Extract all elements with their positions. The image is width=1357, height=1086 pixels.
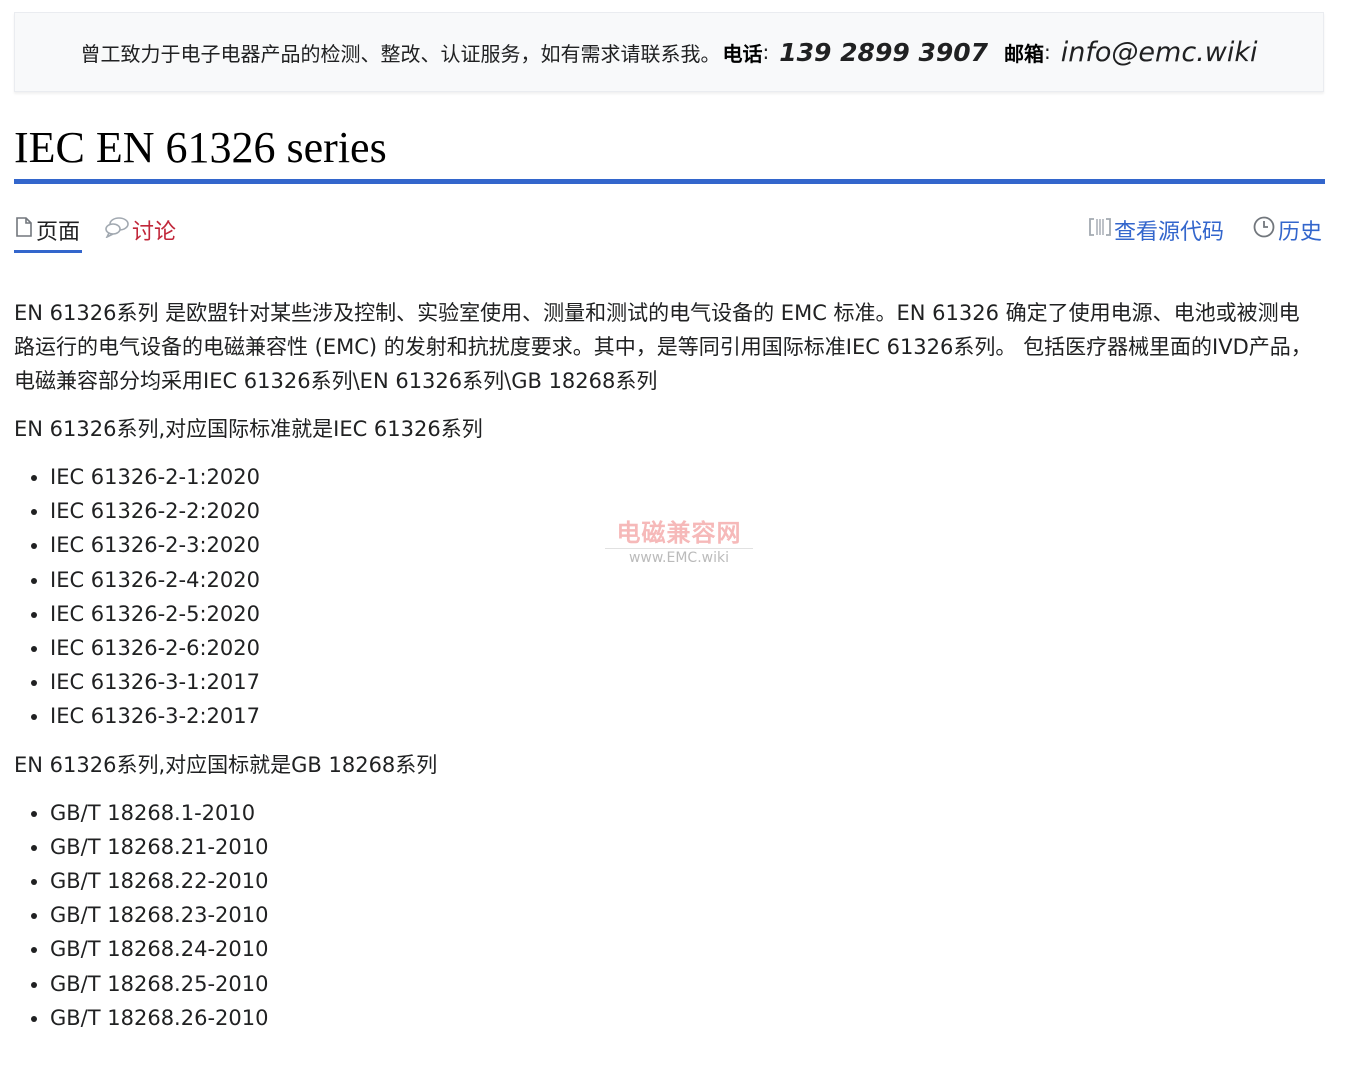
list-item: GB/T 18268.23-2010: [50, 898, 1314, 932]
list-item: GB/T 18268.1-2010: [50, 796, 1314, 830]
article-content: EN 61326系列 是欧盟针对某些涉及控制、实验室使用、测量和测试的电气设备的…: [14, 296, 1314, 1049]
contact-banner: 曾工致力于电子电器产品的检测、整改、认证服务，如有需求请联系我。 电话: 139…: [14, 12, 1324, 92]
list-item: GB/T 18268.25-2010: [50, 967, 1314, 1001]
banner-intro: 曾工致力于电子电器产品的检测、整改、认证服务，如有需求请联系我。: [80, 41, 721, 66]
tab-talk[interactable]: 讨论: [104, 210, 178, 250]
speech-bubbles-icon: [104, 216, 132, 244]
list-item: IEC 61326-3-1:2017: [50, 665, 1314, 699]
page-title: IEC EN 61326 series: [14, 123, 387, 172]
list-item: IEC 61326-2-1:2020: [50, 460, 1314, 494]
page-icon: [14, 216, 36, 244]
list-item: IEC 61326-2-4:2020: [50, 563, 1314, 597]
tab-history[interactable]: 历史: [1252, 210, 1324, 250]
list-item: GB/T 18268.26-2010: [50, 1001, 1314, 1035]
list-item: GB/T 18268.22-2010: [50, 864, 1314, 898]
tab-talk-label: 讨论: [132, 220, 177, 245]
phone-number[interactable]: 139 2899 3907: [779, 38, 988, 67]
list-item: IEC 61326-2-5:2020: [50, 597, 1314, 631]
view-tabs: 查看源代码 历史: [1088, 210, 1324, 254]
tab-page[interactable]: 页面: [14, 210, 83, 253]
iec-heading: EN 61326系列,对应国际标准就是IEC 61326系列: [14, 417, 483, 441]
list-item: IEC 61326-2-2:2020: [50, 494, 1314, 528]
tab-view-source-label: 查看源代码: [1113, 220, 1224, 245]
namespace-tabs: 页面 讨论: [14, 210, 178, 254]
intro-paragraph: EN 61326系列 是欧盟针对某些涉及控制、实验室使用、测量和测试的电气设备的…: [14, 301, 1312, 393]
list-item: GB/T 18268.21-2010: [50, 830, 1314, 864]
phone-label: 电话: [722, 41, 763, 66]
gb-standards-list: GB/T 18268.1-2010 GB/T 18268.21-2010 GB/…: [14, 796, 1314, 1035]
gb-heading: EN 61326系列,对应国标就是GB 18268系列: [14, 752, 438, 777]
title-underline: [14, 179, 1325, 184]
tab-view-source[interactable]: 查看源代码: [1088, 210, 1226, 250]
clock-icon: [1252, 215, 1278, 245]
tab-history-label: 历史: [1277, 220, 1322, 245]
email-address[interactable]: info@emc.wiki: [1061, 37, 1258, 68]
iec-standards-list: IEC 61326-2-1:2020 IEC 61326-2-2:2020 IE…: [14, 460, 1314, 734]
email-label: 邮箱: [1004, 41, 1045, 66]
list-item: IEC 61326-2-6:2020: [50, 631, 1314, 665]
list-item: IEC 61326-2-3:2020: [50, 528, 1314, 562]
list-item: GB/T 18268.24-2010: [50, 932, 1314, 966]
code-brackets-icon: [1088, 216, 1114, 244]
tab-page-label: 页面: [36, 220, 81, 245]
list-item: IEC 61326-3-2:2017: [50, 699, 1314, 733]
